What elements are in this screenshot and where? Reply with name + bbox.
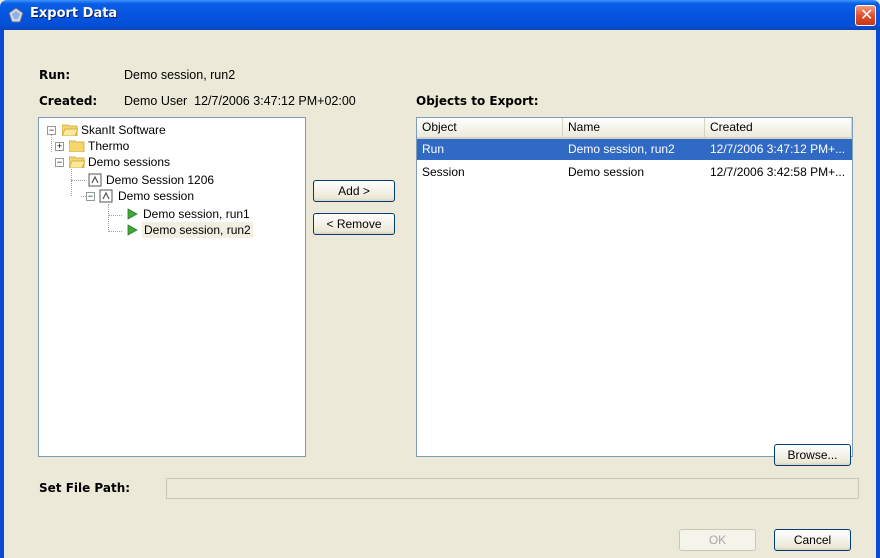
folder-open-icon: [62, 124, 78, 136]
tree-connector: [71, 180, 85, 181]
list-row[interactable]: Session Demo session 12/7/2006 3:42:58 P…: [417, 162, 852, 183]
row-created: 12/7/2006 3:47:12 PM+...: [710, 142, 846, 156]
title-bar[interactable]: Export Data ✕: [0, 0, 880, 30]
tree-node-demo-session[interactable]: Demo session: [118, 188, 194, 204]
source-tree[interactable]: − SkanIt Software + Thermo − Demo sessio…: [38, 117, 306, 457]
set-file-path-label: Set File Path:: [39, 481, 131, 495]
folder-icon: [69, 140, 85, 152]
tree-connector: [51, 134, 52, 152]
column-header-name[interactable]: Name: [563, 118, 705, 137]
row-name: Demo session, run2: [568, 142, 675, 156]
list-header: Object Name Created: [417, 118, 852, 139]
created-label: Created:: [39, 94, 98, 108]
window-border-left: [0, 30, 4, 558]
ok-button[interactable]: OK: [679, 529, 756, 551]
export-data-dialog: Export Data ✕ Run: Demo session, run2 Cr…: [0, 0, 880, 558]
tree-connector: [108, 215, 122, 216]
add-button[interactable]: Add >: [313, 180, 395, 202]
window-title: Export Data: [30, 6, 118, 21]
cancel-button[interactable]: Cancel: [774, 529, 851, 551]
collapse-icon[interactable]: −: [55, 158, 64, 167]
tree-node-run1[interactable]: Demo session, run1: [143, 206, 250, 222]
session-icon: [88, 173, 102, 187]
window-border-right: [876, 30, 880, 558]
expand-icon[interactable]: +: [55, 142, 64, 151]
column-header-object[interactable]: Object: [417, 118, 563, 137]
play-icon: [127, 224, 138, 236]
list-row[interactable]: Run Demo session, run2 12/7/2006 3:47:12…: [417, 139, 852, 160]
run-label: Run:: [39, 68, 71, 82]
tree-node-run2[interactable]: Demo session, run2: [142, 222, 253, 238]
tree-connector: [108, 204, 109, 232]
folder-open-icon: [69, 156, 85, 168]
collapse-icon[interactable]: −: [86, 192, 95, 201]
close-icon: ✕: [860, 7, 874, 24]
row-object: Run: [422, 142, 445, 156]
tree-node-demo-session-1206[interactable]: Demo Session 1206: [106, 172, 214, 188]
row-name: Demo session: [568, 165, 645, 179]
row-created: 12/7/2006 3:42:58 PM+...: [710, 165, 846, 179]
row-object: Session: [422, 165, 465, 179]
tree-node-demo-sessions[interactable]: Demo sessions: [88, 154, 170, 170]
file-path-field[interactable]: [166, 478, 859, 499]
tree-node-thermo[interactable]: Thermo: [88, 138, 129, 154]
app-icon: [8, 7, 24, 23]
tree-connector: [108, 231, 122, 232]
objects-to-export-list[interactable]: Object Name Created Run Demo session, ru…: [416, 117, 853, 457]
close-button[interactable]: ✕: [855, 5, 876, 26]
tree-node-skanit-software[interactable]: SkanIt Software: [81, 122, 166, 138]
session-icon: [99, 189, 113, 203]
run-value: Demo session, run2: [124, 68, 236, 82]
created-value: Demo User 12/7/2006 3:47:12 PM+02:00: [124, 94, 356, 108]
play-icon: [127, 208, 138, 220]
column-header-created[interactable]: Created: [705, 118, 852, 137]
objects-to-export-label: Objects to Export:: [416, 94, 539, 108]
browse-button[interactable]: Browse...: [774, 444, 851, 466]
collapse-icon[interactable]: −: [47, 126, 56, 135]
remove-button[interactable]: < Remove: [313, 213, 395, 235]
